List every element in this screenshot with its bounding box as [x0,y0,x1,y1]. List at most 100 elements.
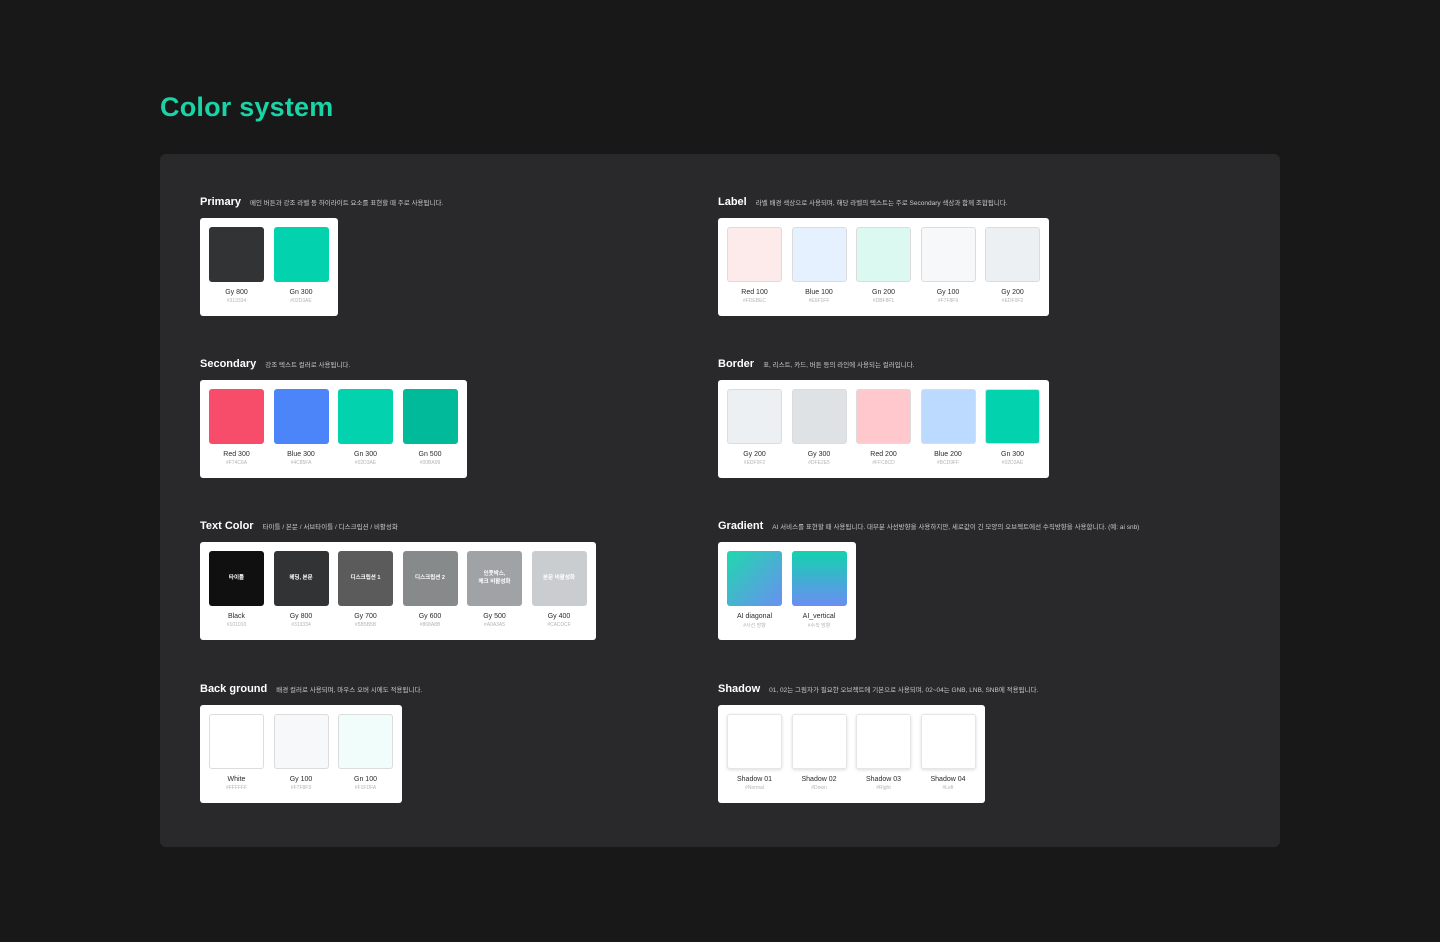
swatch-name: Gy 500 [483,613,506,620]
group-description: 표, 리스트, 카드, 버튼 등의 라인에 사용되는 컬러입니다. [763,362,915,369]
swatch-card: Gy 200 #EDF0F2 Gy 300 #DFE2E5 Red 200 #FFC8CD… [718,380,1049,478]
color-chip: 본문 비활성화 [531,551,587,606]
color-chip: 디스크립션 1 [338,551,393,606]
color-swatch-item: Gy 300 #DFE2E5 [791,389,847,478]
swatch-hex: #BCD9FF [936,460,960,466]
group-title: Back ground [200,683,268,695]
shadow-chip [856,714,911,769]
swatch-hex: #Down [811,785,827,791]
color-chip [791,389,847,444]
color-swatch-item: Gn 300 #02D3AE [273,227,329,316]
swatch-name: Gy 100 [936,289,960,296]
background-group: Back ground 배경 컬러로 사용되며, 마우스 오버 시에도 적용됩니… [200,683,423,803]
label-group: Label 라벨 배경 색상으로 사용되며, 해당 라벨의 텍스트는 주로 Se… [718,196,1049,316]
color-chip [273,714,329,769]
swatch-hex: #EDF0F2 [743,460,766,466]
color-chip [727,551,782,606]
color-swatch-item: Gn 500 #00BA99 [402,389,458,478]
swatch-card: AI diagonal #사선 방향 AI_vertical #수직 방향 [718,542,856,640]
group-description: AI 서비스를 표현할 때 사용됩니다. 대부분 사선방향을 사용하지만, 세로… [772,524,1140,531]
border-group: Border 표, 리스트, 카드, 버튼 등의 라인에 사용되는 컬러입니다.… [718,358,1049,478]
swatch-name: Gy 700 [354,613,377,620]
color-chip [727,227,782,282]
swatch-name: Shadow 01 [736,776,773,783]
swatch-name: Gn 100 [354,776,377,783]
group-title: Text Color [200,520,254,532]
group-description: 강조 텍스트 컬러로 사용됩니다. [265,362,351,369]
color-swatch-item: Red 100 #FDEBEC [727,227,782,316]
color-chip [727,389,782,444]
swatch-hex: #DBF8F1 [872,298,895,304]
swatch-hex: #F1FDFA [354,785,377,791]
color-swatch-item: Red 300 #F74C6A [209,389,264,478]
color-swatch-item: Shadow 03 #Right [856,714,911,803]
color-swatch-item: 헤딩, 본문 Gy 800 #313334 [273,551,329,640]
color-swatch-item: Gy 100 #F7F8F9 [273,714,329,803]
swatch-card: Red 300 #F74C6A Blue 300 #4C85FA Gn 300 #02D3… [200,380,467,478]
swatch-name: AI diagonal [736,613,773,620]
color-swatch-item: Shadow 01 #Normal [727,714,782,803]
color-swatch-item: 디스크립션 1 Gy 700 #5B5B5B [338,551,393,640]
swatch-card: Red 100 #FDEBEC Blue 100 #E6F1FF Gn 200 #DBF8… [718,218,1049,316]
swatch-hex: #Right [876,785,891,791]
color-chip [402,389,458,444]
swatch-name: Red 300 [223,451,250,458]
color-chip [791,551,847,606]
color-swatch-item: AI diagonal #사선 방향 [727,551,782,640]
swatch-name: Gn 300 [1001,451,1024,458]
swatch-hex: #00BA99 [419,460,441,466]
swatch-name: Gy 300 [807,451,831,458]
color-chip [209,227,264,282]
swatch-card: 타이틀 Black #101010 헤딩, 본문 Gy 800 #313334 디스크립션 … [200,542,596,640]
color-swatch-item: Blue 200 #BCD9FF [920,389,976,478]
swatch-hex: #DFE2E5 [808,460,830,466]
color-chip [338,389,393,444]
color-swatch-item: Gn 100 #F1FDFA [338,714,393,803]
color-chip [856,389,911,444]
color-swatch-item: White #FFFFFF [209,714,264,803]
group-description: 메인 버튼과 강조 라벨 등 하이라이트 요소를 표현할 때 주로 사용됩니다. [249,200,444,207]
swatch-usage-label: 본문 비활성화 [543,574,575,581]
swatch-hex: #02D3AE [354,460,377,466]
swatch-usage-label: 헤딩, 본문 [289,574,313,581]
swatch-hex: #A0A3A5 [483,622,506,628]
swatch-hex: #수직 방향 [807,623,831,629]
color-swatch-item: Shadow 02 #Down [791,714,847,803]
swatch-usage-label: 타이틀 [228,574,245,581]
swatch-hex: #02D3AE [290,298,312,304]
page-title: Color system [160,92,334,122]
swatch-hex: #4C85FA [290,460,312,466]
color-chip: 타이틀 [209,551,264,606]
swatch-name: White [227,776,246,783]
swatch-hex: #F7F8F9 [937,298,959,304]
swatch-hex: #Left [942,785,954,791]
color-swatch-item: 본문 비활성화 Gy 400 #CACDCF [531,551,587,640]
swatch-name: Gn 300 [354,451,377,458]
swatch-name: Blue 300 [287,451,315,458]
color-chip: 헤딩, 본문 [273,551,329,606]
swatch-hex: #313334 [226,298,247,304]
color-swatch-item: 타이틀 Black #101010 [209,551,264,640]
swatch-name: Blue 100 [805,289,833,296]
group-description: 타이틀 / 본문 / 서브타이틀 / 디스크립션 / 비활성화 [262,524,398,531]
shadow-chip [920,714,976,769]
swatch-hex: #FDEBEC [742,298,767,304]
swatch-hex: #868A8B [419,622,441,628]
color-chip [273,227,329,282]
color-chip [209,714,264,769]
shadow-group: Shadow 01, 02는 그림자가 필요한 오브젝트에 기본으로 사용되며,… [718,683,1038,803]
swatch-hex: #FFFFFF [225,785,248,791]
swatch-name: Gy 600 [418,613,442,620]
group-description: 배경 컬러로 사용되며, 마우스 오버 시에도 적용됩니다. [276,687,423,694]
color-chip [920,389,976,444]
swatch-name: Red 200 [870,451,897,458]
swatch-usage-label: 디스크립션 1 [350,574,381,581]
swatch-name: Red 100 [741,289,768,296]
swatch-hex: #F74C6A [225,460,248,466]
swatch-name: AI_vertical [802,613,836,620]
swatch-hex: #101010 [226,622,247,628]
swatch-name: Gy 100 [289,776,313,783]
color-swatch-item: Gy 200 #EDF0F2 [985,227,1040,316]
swatch-hex: #5B5B5B [354,622,377,628]
secondary-group: Secondary 강조 텍스트 컬러로 사용됩니다. Red 300 #F74C… [200,358,467,478]
